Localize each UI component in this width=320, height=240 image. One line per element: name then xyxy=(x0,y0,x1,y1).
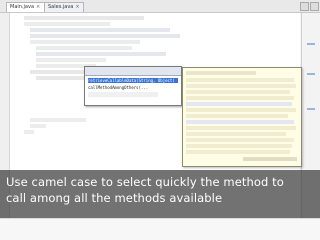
doc-line xyxy=(186,138,294,142)
code-line xyxy=(24,22,110,26)
code-line xyxy=(36,58,106,62)
code-line xyxy=(24,130,34,134)
completion-item[interactable] xyxy=(88,92,158,97)
doc-line xyxy=(186,71,256,75)
caption-overlay: Use camel case to select quickly the met… xyxy=(0,170,320,218)
doc-line xyxy=(186,90,290,94)
ruler-marker[interactable] xyxy=(307,108,315,110)
ruler-marker[interactable] xyxy=(307,73,315,75)
tab-sales[interactable]: Sales.java × xyxy=(44,2,84,12)
doc-line xyxy=(186,114,288,118)
tab-label: Main.java xyxy=(10,4,35,10)
code-line xyxy=(30,34,180,38)
tab-label: Sales.java xyxy=(48,4,74,10)
close-icon[interactable]: × xyxy=(36,4,40,10)
code-line xyxy=(30,40,140,44)
content-assist-popup[interactable]: retrieveCallableData(String, Object) : S… xyxy=(84,66,182,106)
doc-link-line[interactable] xyxy=(186,120,294,124)
code-line xyxy=(30,28,170,32)
ide-screenshot: Main.java× Sales.java× retrieveCallabl xyxy=(0,0,320,240)
completion-item[interactable]: callMethodAmongOthers(... xyxy=(88,85,178,90)
doc-line xyxy=(186,78,294,82)
javadoc-panel[interactable] xyxy=(182,67,302,167)
ruler-marker[interactable] xyxy=(307,43,315,45)
editor-footer xyxy=(0,218,320,240)
doc-footer xyxy=(243,157,297,161)
doc-line xyxy=(186,96,294,100)
doc-line xyxy=(186,132,286,136)
popup-header xyxy=(85,67,181,76)
minimize-icon[interactable] xyxy=(300,2,309,11)
doc-line xyxy=(186,108,296,112)
doc-link-line[interactable] xyxy=(186,102,292,106)
completion-item-selected[interactable]: retrieveCallableData(String, Object) : S… xyxy=(88,78,178,83)
doc-line xyxy=(186,126,296,130)
tab-main[interactable]: Main.java × xyxy=(6,2,48,12)
caption-text: Use camel case to select quickly the met… xyxy=(6,174,314,206)
caption-line-2: call among all the methods available xyxy=(6,191,223,205)
maximize-icon[interactable] xyxy=(310,2,319,11)
code-line xyxy=(30,124,46,128)
code-line xyxy=(30,118,86,122)
code-line xyxy=(36,52,166,56)
caption-line-1: Use camel case to select quickly the met… xyxy=(6,175,284,189)
doc-line xyxy=(186,144,292,148)
editor-tab-bar: Main.java × Sales.java × xyxy=(0,0,320,13)
doc-line xyxy=(186,84,296,88)
doc-line xyxy=(186,150,290,154)
code-line xyxy=(36,46,132,50)
code-line xyxy=(24,16,144,20)
close-icon[interactable]: × xyxy=(75,4,79,10)
